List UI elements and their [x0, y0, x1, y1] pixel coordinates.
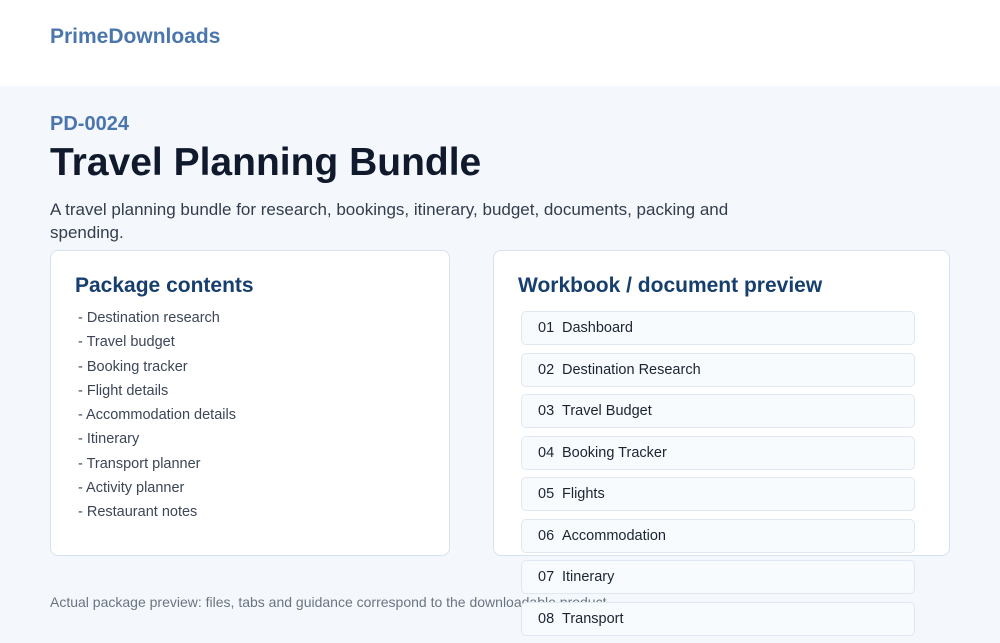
- list-item: - Flight details: [78, 382, 169, 399]
- product-code: PD-0024: [50, 113, 129, 135]
- tab-label: Destination Research: [562, 361, 701, 378]
- workbook-tab-dashboard[interactable]: 01 Dashboard: [521, 311, 915, 345]
- tab-number: 05: [538, 486, 555, 502]
- workbook-tab-transport[interactable]: 08 Transport: [521, 601, 915, 636]
- tab-number: 07: [538, 569, 555, 585]
- list-item: - Restaurant notes: [78, 504, 198, 521]
- tab-number: 02: [538, 361, 555, 378]
- workbook-tab-accommodation[interactable]: 06 Accommodation: [521, 518, 915, 553]
- tab-label: Travel Budget: [562, 403, 652, 419]
- package-contents-list: - Destination research - Travel budget -…: [78, 306, 236, 525]
- tab-number: 06: [538, 527, 555, 544]
- product-description: A travel planning bundle for research, b…: [50, 200, 729, 242]
- tab-label: Dashboard: [562, 320, 633, 336]
- workbook-tab-itinerary[interactable]: 07 Itinerary: [521, 560, 915, 594]
- package-contents-title: Package contents: [75, 274, 254, 297]
- list-item: - Itinerary: [78, 431, 140, 448]
- tab-label: Transport: [562, 610, 624, 627]
- list-item: - Transport planner: [78, 455, 201, 472]
- document-preview-title: Workbook / document preview: [518, 274, 823, 297]
- tab-label: Itinerary: [562, 569, 615, 585]
- list-item: - Activity planner: [78, 480, 185, 497]
- workbook-tab-destination-research[interactable]: 02 Destination Research: [521, 352, 915, 387]
- workbook-tab-flights[interactable]: 05 Flights: [521, 477, 915, 511]
- brand-logo[interactable]: PrimeDownloads: [50, 25, 220, 49]
- package-contents-card: Package contents - Destination research …: [50, 250, 450, 556]
- list-item: - Destination research: [78, 310, 220, 326]
- workbook-tab-travel-budget[interactable]: 03 Travel Budget: [521, 394, 915, 428]
- page-title: Travel Planning Bundle: [50, 141, 482, 184]
- tab-number: 03: [538, 403, 555, 419]
- tab-number: 08: [538, 610, 555, 627]
- workbook-tab-booking-tracker[interactable]: 04 Booking Tracker: [521, 435, 915, 470]
- tab-label: Flights: [562, 486, 605, 502]
- list-item: - Accommodation details: [78, 407, 236, 424]
- tab-label: Accommodation: [562, 527, 666, 544]
- site-header: PrimeDownloads: [0, 0, 1000, 86]
- tab-number: 04: [538, 444, 555, 461]
- tab-label: Booking Tracker: [562, 444, 667, 461]
- tab-number: 01: [538, 320, 555, 336]
- list-item: - Travel budget: [78, 334, 175, 351]
- workbook-tab-list: 01 Dashboard 02 Destination Research 03 Tra…: [521, 311, 915, 643]
- list-item: - Booking tracker: [78, 358, 188, 375]
